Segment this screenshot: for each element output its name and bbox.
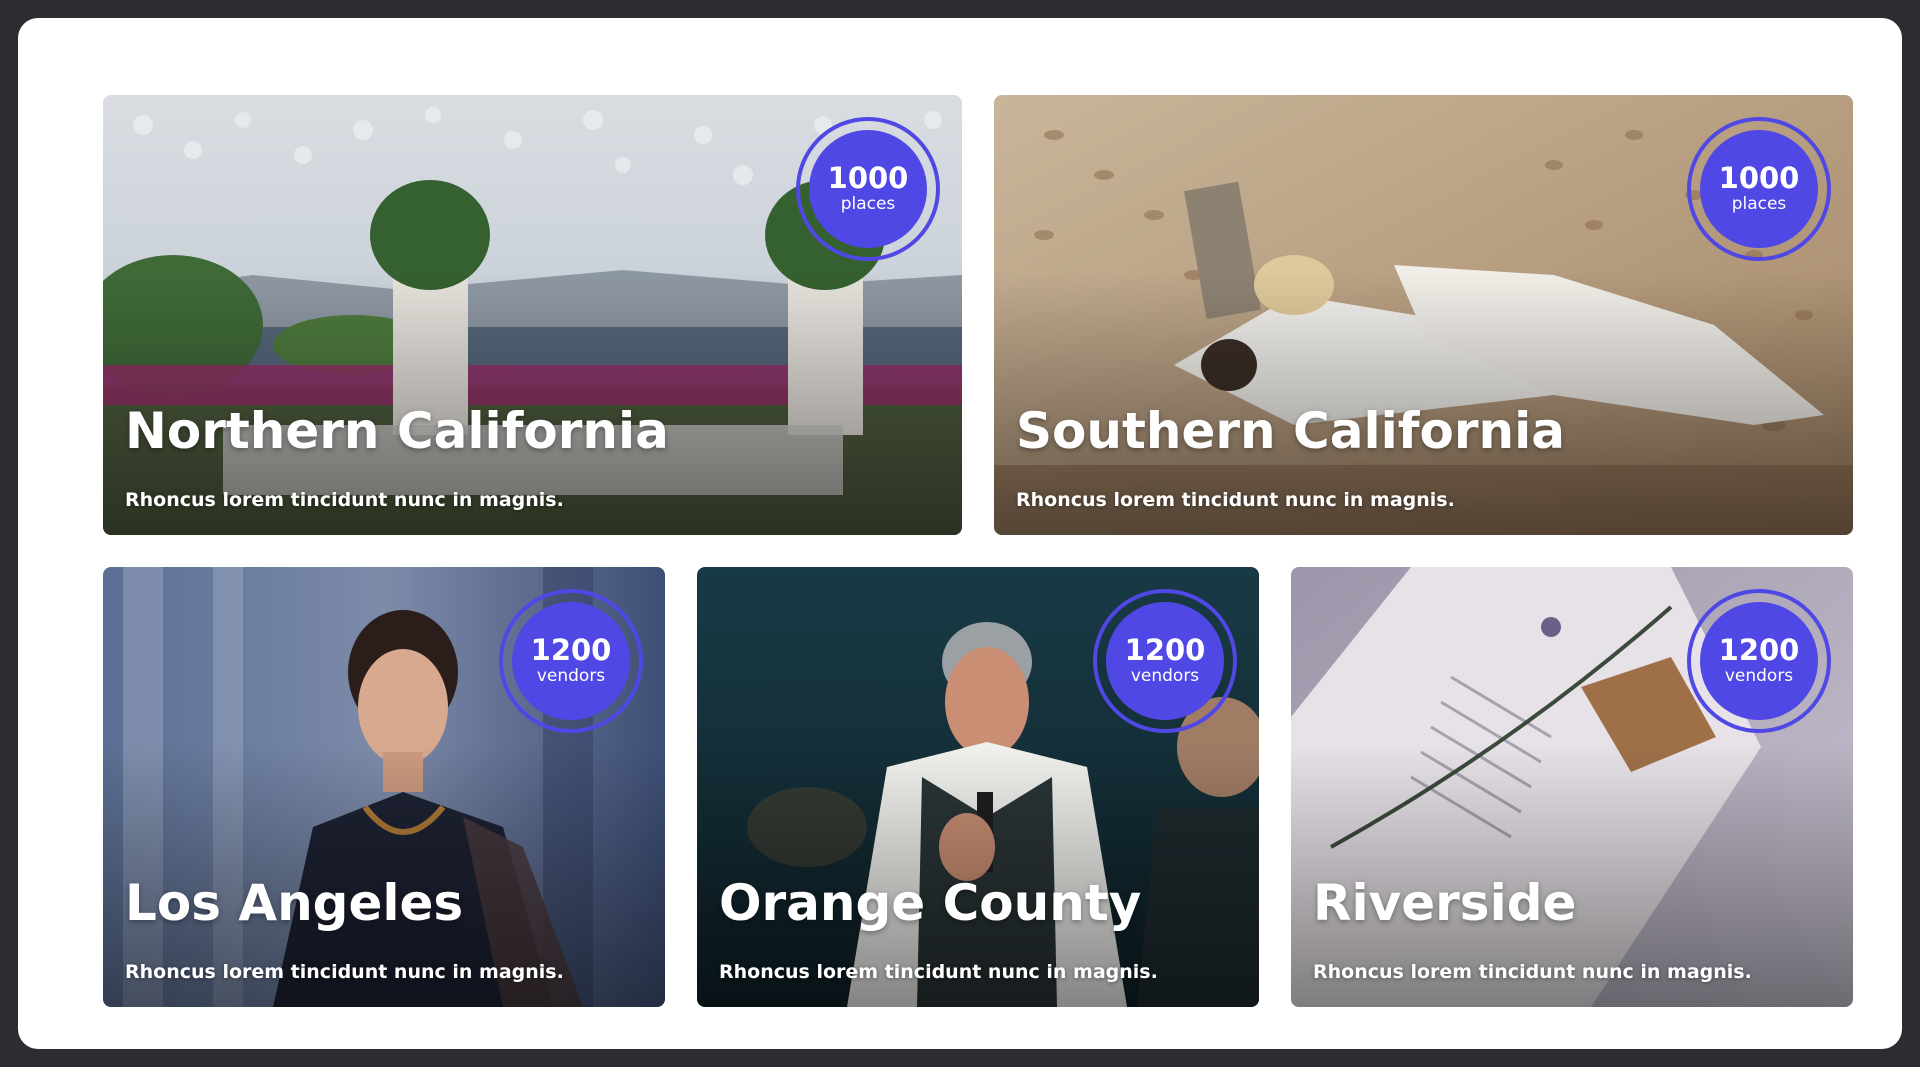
places-count-badge: 1000 places (796, 117, 940, 261)
vendors-count-badge: 1200 vendors (499, 589, 643, 733)
card-title: Orange County (719, 874, 1142, 932)
badge-unit: vendors (1724, 666, 1794, 687)
badge-count: 1200 (1124, 632, 1206, 667)
card-grid-panel: 1000 places Northern California Rhoncus … (18, 18, 1902, 1049)
card-subtitle: Rhoncus lorem tincidunt nunc in magnis. (125, 489, 564, 511)
card-title: Riverside (1313, 874, 1577, 932)
region-card-southern-california[interactable]: 1000 places Southern California Rhoncus … (994, 95, 1853, 535)
badge-unit: vendors (1130, 666, 1200, 687)
badge-unit: places (840, 194, 896, 215)
vendors-count-badge: 1200 vendors (1093, 589, 1237, 733)
card-title: Southern California (1016, 402, 1565, 460)
badge-count: 1000 (827, 160, 909, 195)
card-title: Los Angeles (125, 874, 464, 932)
badge-unit: places (1731, 194, 1787, 215)
region-card-orange-county[interactable]: 1200 vendors Orange County Rhoncus lorem… (697, 567, 1259, 1007)
places-count-badge: 1000 places (1687, 117, 1831, 261)
badge-count: 1200 (1718, 632, 1800, 667)
badge-count: 1200 (530, 632, 612, 667)
region-card-northern-california[interactable]: 1000 places Northern California Rhoncus … (103, 95, 962, 535)
region-card-riverside[interactable]: 1200 vendors Riverside Rhoncus lorem tin… (1291, 567, 1853, 1007)
vendors-count-badge: 1200 vendors (1687, 589, 1831, 733)
region-card-los-angeles[interactable]: 1200 vendors Los Angeles Rhoncus lorem t… (103, 567, 665, 1007)
card-subtitle: Rhoncus lorem tincidunt nunc in magnis. (719, 961, 1158, 983)
badge-unit: vendors (536, 666, 606, 687)
card-subtitle: Rhoncus lorem tincidunt nunc in magnis. (125, 961, 564, 983)
badge-count: 1000 (1718, 160, 1800, 195)
card-subtitle: Rhoncus lorem tincidunt nunc in magnis. (1313, 961, 1752, 983)
card-title: Northern California (125, 402, 669, 460)
card-subtitle: Rhoncus lorem tincidunt nunc in magnis. (1016, 489, 1455, 511)
